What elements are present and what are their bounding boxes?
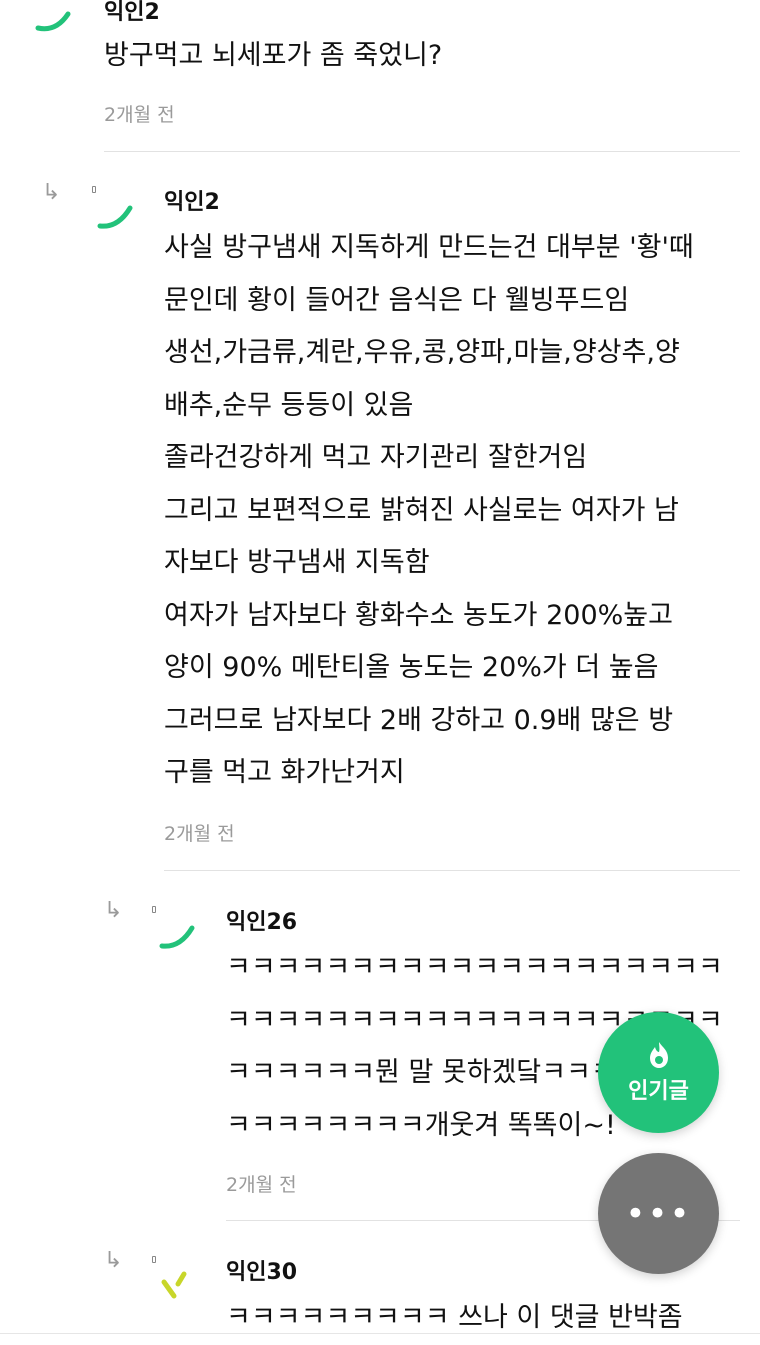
reply-arrow-icon: ↳	[42, 180, 61, 205]
comment-line: 배추,순무 등등이 있음	[164, 389, 414, 421]
more-options-button[interactable]: •••	[598, 1153, 719, 1274]
comment-time: 2개월 전	[104, 104, 175, 126]
comment-author: 익인26	[226, 910, 298, 935]
avatar-arc-icon	[159, 925, 195, 949]
comment-line: 양이 90% 메탄티올 농도는 20%가 더 높음	[164, 652, 659, 683]
comment-time: 2개월 전	[164, 823, 235, 845]
avatar-tick-icon	[161, 1271, 187, 1299]
comment-line: 그러므로 남자보다 2배 강하고 0.9배 많은 방	[164, 704, 674, 736]
comment-author: 익인2	[164, 190, 220, 215]
comment-line: 사실 방구냄새 지독하게 만드는건 대부분 '황'때	[164, 232, 694, 263]
avatar-arc-icon	[97, 205, 133, 229]
comment-body: 사실 방구냄새 지독하게 만드는건 대부분 '황'때 문인데 황이 들어간 음식…	[164, 222, 694, 800]
comment-body: 방구먹고 뇌세포가 좀 죽었니?	[104, 30, 442, 83]
avatar[interactable]	[148, 904, 196, 952]
avatar[interactable]	[148, 1254, 196, 1302]
comment-line: 방구먹고 뇌세포가 좀 죽었니?	[104, 40, 443, 71]
flame-icon	[649, 1041, 668, 1068]
comment-line: 생선,가금류,계란,우유,콩,양파,마늘,양상추,양	[164, 337, 680, 368]
comment-line: 졸라건강하게 먹고 자기관리 잘한거임	[164, 442, 588, 473]
comment-author: 익인2	[104, 0, 160, 25]
comment-line: 자보다 방구냄새 지독함	[164, 547, 430, 578]
more-dots-icon: •••	[625, 1193, 692, 1234]
divider	[164, 870, 740, 871]
bottom-edge-divider	[0, 1333, 760, 1334]
avatar[interactable]	[88, 184, 136, 232]
reply-arrow-icon: ↳	[104, 898, 123, 923]
comment-line: 구를 먹고 화가난거지	[164, 757, 405, 788]
popular-posts-label: 인기글	[628, 1078, 689, 1104]
comment-line: 여자가 남자보다 황화수소 농도가 200%높고	[164, 599, 673, 631]
comment-author: 익인30	[226, 1260, 298, 1285]
popular-posts-button[interactable]: 인기글	[598, 1012, 719, 1133]
comment-time: 2개월 전	[226, 1174, 297, 1196]
reply-arrow-icon: ↳	[104, 1248, 123, 1273]
comment-line: ㅋㅋㅋㅋㅋㅋㅋㅋㅋㅋㅋㅋㅋㅋㅋㅋㅋㅋㅋㅋ	[226, 952, 723, 983]
divider	[104, 151, 740, 152]
avatar-arc-icon	[35, 11, 71, 32]
avatar[interactable]	[28, 0, 76, 36]
comment-line: 문인데 황이 들어간 음식은 다 웰빙푸드임	[164, 284, 630, 316]
comment-line: 그리고 보편적으로 밝혀진 사실로는 여자가 남	[164, 494, 679, 526]
